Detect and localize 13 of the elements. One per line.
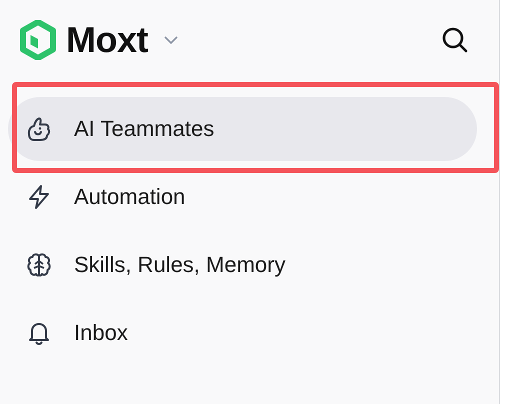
workspace-switcher[interactable]: Moxt [20,19,178,61]
nav-item[interactable]: Inbox [8,301,477,365]
search-button[interactable] [441,26,469,54]
bell-icon [26,320,52,346]
nav-item[interactable]: Skills, Rules, Memory [8,233,477,297]
lightning-icon [26,184,52,210]
nav-item[interactable]: AI Teammates [8,97,477,161]
search-icon [441,26,469,54]
nav-item[interactable]: Automation [8,165,477,229]
brain-icon [26,252,52,278]
thumbs-up-smiley-icon [26,116,52,142]
hexagon-logo-icon [20,20,56,60]
chevron-down-icon [164,36,178,44]
